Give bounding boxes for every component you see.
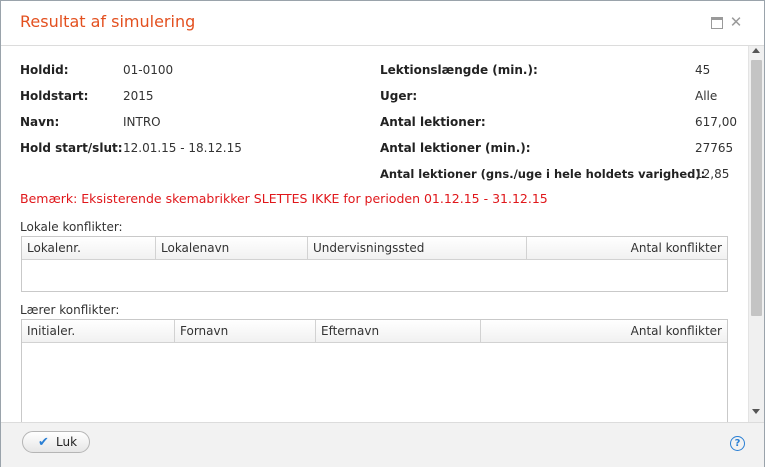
- simulation-result-dialog: Resultat af simulering ✕ Holdid: 01-0100…: [0, 0, 765, 467]
- info-label-uger: Uger:: [380, 89, 418, 103]
- vertical-scrollbar[interactable]: [748, 46, 764, 422]
- info-value-holdid: 01-0100: [123, 63, 174, 77]
- warning-message: Bemærk: Eksisterende skemabrikker SLETTE…: [20, 191, 548, 206]
- dialog-footer: ✔ Luk ?: [1, 422, 764, 467]
- close-button[interactable]: ✔ Luk: [22, 431, 90, 453]
- dialog-content: Holdid: 01-0100 Holdstart: 2015 Navn: IN…: [1, 46, 748, 422]
- info-label-antal-lektioner-min: Antal lektioner (min.):: [380, 141, 531, 155]
- info-value-navn: INTRO: [123, 115, 161, 129]
- close-icon[interactable]: ✕: [729, 15, 743, 30]
- room-conflicts-table: Lokalenr. Lokalenavn Undervisningssted A…: [21, 236, 728, 292]
- info-label-navn: Navn:: [20, 115, 60, 129]
- column-header-fornavn[interactable]: Fornavn: [174, 320, 315, 342]
- info-label-lektionslaengde: Lektionslængde (min.):: [380, 63, 538, 77]
- scroll-up-arrow-icon[interactable]: [752, 48, 760, 53]
- info-label-hold-start-slut: Hold start/slut:: [20, 141, 123, 155]
- info-value-antal-lektioner-min: 27765: [695, 141, 734, 155]
- check-icon: ✔: [38, 435, 49, 450]
- maximize-icon[interactable]: [710, 15, 724, 29]
- help-icon[interactable]: ?: [730, 436, 745, 451]
- teacher-conflicts-table: Initialer. Fornavn Efternavn Antal konfl…: [21, 319, 728, 422]
- info-value-holdstart: 2015: [123, 89, 154, 103]
- table-header: Lokalenr. Lokalenavn Undervisningssted A…: [22, 237, 727, 260]
- room-conflicts-label: Lokale konflikter:: [20, 220, 123, 234]
- info-value-hold-start-slut: 12.01.15 - 18.12.15: [123, 141, 242, 155]
- column-header-undervisningssted[interactable]: Undervisningssted: [307, 237, 526, 259]
- info-value-lektionslaengde: 45: [695, 63, 711, 77]
- column-header-antal-konflikter[interactable]: Antal konflikter: [480, 320, 727, 342]
- info-label-antal-lektioner: Antal lektioner:: [380, 115, 486, 129]
- dialog-titlebar: Resultat af simulering ✕: [1, 1, 764, 46]
- column-header-lokalenavn[interactable]: Lokalenavn: [155, 237, 307, 259]
- info-label-antal-lektioner-gns: Antal lektioner (gns./uge i hele holdets…: [380, 167, 706, 181]
- column-header-antal-konflikter[interactable]: Antal konflikter: [526, 237, 727, 259]
- scroll-down-arrow-icon[interactable]: [752, 409, 760, 414]
- teacher-conflicts-label: Lærer konflikter:: [20, 303, 120, 317]
- column-header-efternavn[interactable]: Efternavn: [315, 320, 480, 342]
- info-label-holdid: Holdid:: [20, 63, 69, 77]
- close-button-label: Luk: [56, 435, 78, 449]
- column-header-lokalenr[interactable]: Lokalenr.: [22, 237, 155, 259]
- info-value-antal-lektioner: 617,00: [695, 115, 737, 129]
- scroll-thumb[interactable]: [751, 60, 762, 316]
- dialog-title: Resultat af simulering: [20, 12, 196, 31]
- column-header-initialer[interactable]: Initialer.: [22, 320, 174, 342]
- table-header: Initialer. Fornavn Efternavn Antal konfl…: [22, 320, 727, 343]
- info-value-antal-lektioner-gns: 12,85: [695, 167, 730, 181]
- info-label-holdstart: Holdstart:: [20, 89, 89, 103]
- info-value-uger: Alle: [695, 89, 718, 103]
